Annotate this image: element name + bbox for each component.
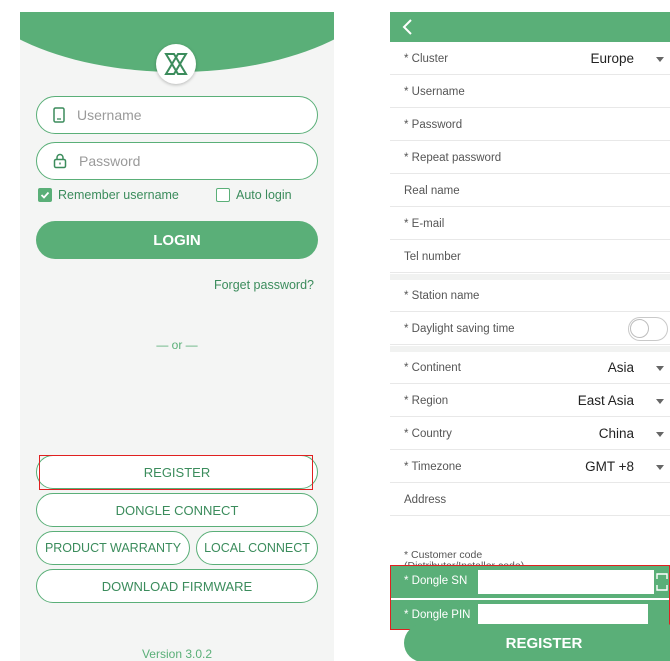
region-value: East Asia: [577, 393, 634, 408]
real-name-label: Real name: [404, 184, 460, 197]
auto-login-label: Auto login: [236, 188, 292, 202]
login-button[interactable]: LOGIN: [36, 221, 318, 259]
phone-icon: [53, 107, 65, 123]
region-label: * Region: [404, 394, 449, 407]
login-screen: Username Password Remember username Auto…: [20, 12, 334, 661]
version-label: Version 3.0.2: [141, 647, 213, 661]
or-divider: — or —: [156, 338, 198, 352]
continent-value: Asia: [607, 360, 634, 375]
repeat-password-label: * Repeat password: [404, 151, 502, 164]
station-name-label: * Station name: [404, 289, 480, 302]
chevron-down-icon: [656, 399, 664, 404]
cluster-label: * Cluster: [404, 52, 449, 65]
country-value: China: [598, 426, 634, 441]
address-label: Address: [404, 493, 447, 506]
register-highlight-box: [39, 455, 313, 490]
password-field[interactable]: * Password: [390, 109, 670, 141]
lock-icon: [53, 153, 67, 169]
password-label: * Password: [404, 118, 463, 131]
country-label: * Country: [404, 427, 452, 440]
chevron-down-icon: [656, 465, 664, 470]
password-placeholder: Password: [79, 153, 141, 169]
station-name-field[interactable]: * Station name: [390, 280, 670, 312]
top-bar: [390, 12, 670, 42]
auto-login-checkbox[interactable]: Auto login: [216, 188, 292, 202]
forget-password-link[interactable]: Forget password?: [214, 278, 314, 292]
timezone-value: GMT +8: [585, 459, 634, 474]
checkbox-checked-icon: [38, 188, 52, 202]
checkbox-unchecked-icon: [216, 188, 230, 202]
timezone-label: * Timezone: [404, 460, 462, 473]
local-connect-button[interactable]: LOCAL CONNECT: [196, 531, 318, 565]
username-placeholder: Username: [77, 107, 142, 123]
chevron-down-icon: [656, 432, 664, 437]
username-label: * Username: [404, 85, 465, 98]
username-input[interactable]: Username: [36, 96, 318, 134]
timezone-select[interactable]: * Timezone GMT +8: [390, 451, 670, 483]
email-field[interactable]: * E-mail: [390, 208, 670, 240]
password-input[interactable]: Password: [36, 142, 318, 180]
daylight-saving-label: * Daylight saving time: [404, 322, 515, 335]
register-submit-button[interactable]: REGISTER: [404, 624, 670, 661]
real-name-field[interactable]: Real name: [390, 175, 670, 207]
email-label: * E-mail: [404, 217, 445, 230]
download-firmware-button[interactable]: DOWNLOAD FIRMWARE: [36, 569, 318, 603]
tel-number-label: Tel number: [404, 250, 461, 263]
username-field[interactable]: * Username: [390, 76, 670, 108]
cluster-select[interactable]: * Cluster Europe: [390, 43, 670, 75]
continent-select[interactable]: * Continent Asia: [390, 352, 670, 384]
register-screen: * Cluster Europe * Username * Password *…: [390, 12, 670, 661]
region-select[interactable]: * Region East Asia: [390, 385, 670, 417]
daylight-saving-toggle[interactable]: [628, 317, 668, 341]
remember-username-label: Remember username: [58, 188, 179, 202]
cluster-value: Europe: [590, 51, 634, 66]
country-select[interactable]: * Country China: [390, 418, 670, 450]
product-warranty-button[interactable]: PRODUCT WARRANTY: [36, 531, 190, 565]
daylight-saving-row: * Daylight saving time: [390, 313, 670, 345]
toggle-knob: [630, 319, 649, 338]
chevron-down-icon: [656, 57, 664, 62]
remember-username-checkbox[interactable]: Remember username: [38, 188, 179, 202]
continent-label: * Continent: [404, 361, 461, 374]
dongle-highlight-box: [390, 565, 670, 630]
repeat-password-field[interactable]: * Repeat password: [390, 142, 670, 174]
address-field[interactable]: Address: [390, 484, 670, 516]
tel-number-field[interactable]: Tel number: [390, 241, 670, 273]
back-arrow-icon[interactable]: [400, 17, 416, 37]
dongle-connect-button[interactable]: DONGLE CONNECT: [36, 493, 318, 527]
chevron-down-icon: [656, 366, 664, 371]
app-logo: [156, 44, 196, 84]
x-logo-icon: [164, 53, 188, 75]
